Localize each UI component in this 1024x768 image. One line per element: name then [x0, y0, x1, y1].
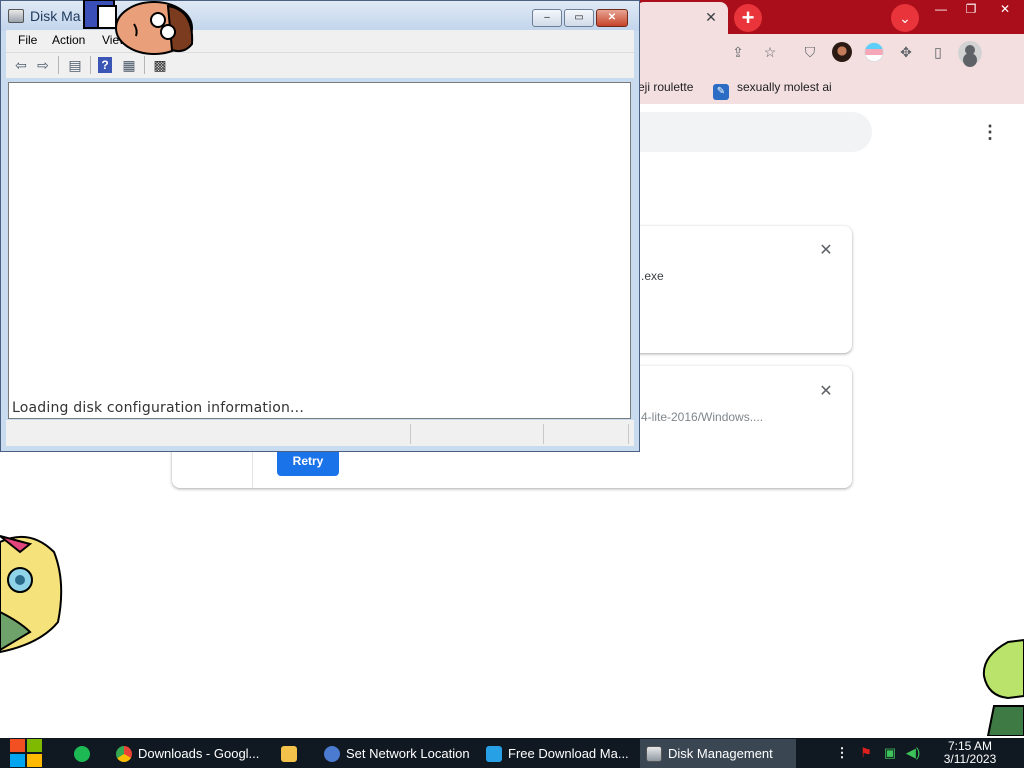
- disk-management-icon: [8, 9, 24, 23]
- extensions-puzzle-icon[interactable]: ✥: [896, 42, 916, 62]
- chrome-icon: [116, 745, 132, 762]
- toolbar-separator: [58, 56, 59, 74]
- status-bar-divider: [628, 424, 629, 444]
- fdm-icon: [486, 745, 502, 762]
- tab-search-button[interactable]: ⌄: [891, 4, 919, 32]
- profile-avatar-icon[interactable]: [958, 41, 982, 65]
- share-icon[interactable]: ⇪: [728, 42, 748, 62]
- tab-close-button[interactable]: ✕: [702, 8, 720, 26]
- close-button[interactable]: ✕: [596, 9, 628, 27]
- cartoon-face-sticker: [83, 0, 194, 55]
- card-divider: [252, 452, 253, 488]
- start-button[interactable]: [10, 739, 43, 767]
- bookmark-label: eji roulette: [638, 80, 694, 94]
- download-url[interactable]: 4-lite-2016/Windows....: [641, 410, 763, 424]
- taskbar-app-label: Free Download Ma...: [508, 746, 629, 761]
- browser-minimize-button[interactable]: —: [926, 0, 956, 18]
- browser-restore-button[interactable]: ❐: [956, 0, 986, 18]
- browser-window-controls: — ❐ ✕: [926, 0, 1024, 18]
- bookmark-label: sexually molest ai: [737, 80, 832, 94]
- taskbar-clock[interactable]: 7:15 AM 3/11/2023: [938, 740, 1002, 766]
- status-bar-divider: [543, 424, 544, 444]
- new-tab-button[interactable]: +: [734, 4, 762, 32]
- extension-flag-icon[interactable]: [864, 42, 884, 62]
- bookmark-item[interactable]: eji roulette: [638, 78, 693, 96]
- cartoon-gem-sticker: [982, 638, 1024, 736]
- taskbar-app-downloads[interactable]: Downloads - Googl...: [110, 739, 260, 768]
- side-panel-icon[interactable]: ▯: [928, 42, 948, 62]
- status-bar-divider: [410, 424, 411, 444]
- tray-overflow-icon[interactable]: ⋮: [834, 745, 850, 761]
- bookmark-favicon-icon: ✎: [713, 84, 729, 100]
- action-center-flag-icon[interactable]: ⚑: [858, 745, 874, 761]
- download-filename[interactable]: .exe: [641, 269, 664, 283]
- download-remove-button[interactable]: ✕: [817, 383, 835, 401]
- network-tray-icon[interactable]: ▣: [882, 745, 898, 761]
- volume-icon[interactable]: ◀): [905, 745, 921, 761]
- window-controls: ‒ ▭ ✕: [532, 9, 628, 27]
- network-icon: [324, 745, 340, 762]
- windows-logo-icon: [10, 739, 25, 752]
- clock-date: 3/11/2023: [943, 752, 997, 766]
- taskbar-app-disk-management[interactable]: Disk Management: [640, 739, 796, 768]
- taskbar-pinned-app[interactable]: [68, 739, 96, 768]
- minimize-button[interactable]: ‒: [532, 9, 562, 27]
- spotify-icon: [74, 745, 90, 762]
- extension-avatar-icon[interactable]: [832, 42, 852, 62]
- downloads-menu-button[interactable]: ⋮: [980, 120, 1000, 144]
- cartoon-girl-sticker: [0, 535, 63, 654]
- back-arrow-icon[interactable]: ⇦: [12, 57, 30, 73]
- file-explorer-icon: [281, 745, 297, 762]
- status-bar: [6, 420, 634, 446]
- taskbar-app-label: Set Network Location: [346, 746, 470, 761]
- loading-status-text: Loading disk configuration information..…: [12, 400, 304, 416]
- taskbar-app-label: Downloads - Googl...: [138, 746, 260, 761]
- browser-close-button[interactable]: ✕: [986, 0, 1024, 18]
- download-remove-button[interactable]: ✕: [817, 242, 835, 260]
- disk-view-pane[interactable]: [8, 82, 631, 419]
- taskbar-app-label: Disk Management: [668, 746, 773, 761]
- window-title: Disk Ma: [30, 8, 81, 24]
- taskbar-pinned-app[interactable]: [274, 739, 304, 768]
- disk-management-icon: [646, 745, 662, 762]
- menu-file[interactable]: File: [18, 33, 37, 47]
- bookmark-item[interactable]: ✎ sexually molest ai: [713, 78, 832, 100]
- maximize-button[interactable]: ▭: [564, 9, 594, 27]
- taskbar-app-fdm[interactable]: Free Download Ma...: [480, 739, 630, 768]
- bookmark-star-icon[interactable]: ☆: [760, 42, 780, 62]
- taskbar-app-network[interactable]: Set Network Location: [318, 739, 470, 768]
- forward-arrow-icon[interactable]: ⇨: [34, 57, 52, 73]
- ublock-extension-icon[interactable]: ⛉: [800, 42, 820, 62]
